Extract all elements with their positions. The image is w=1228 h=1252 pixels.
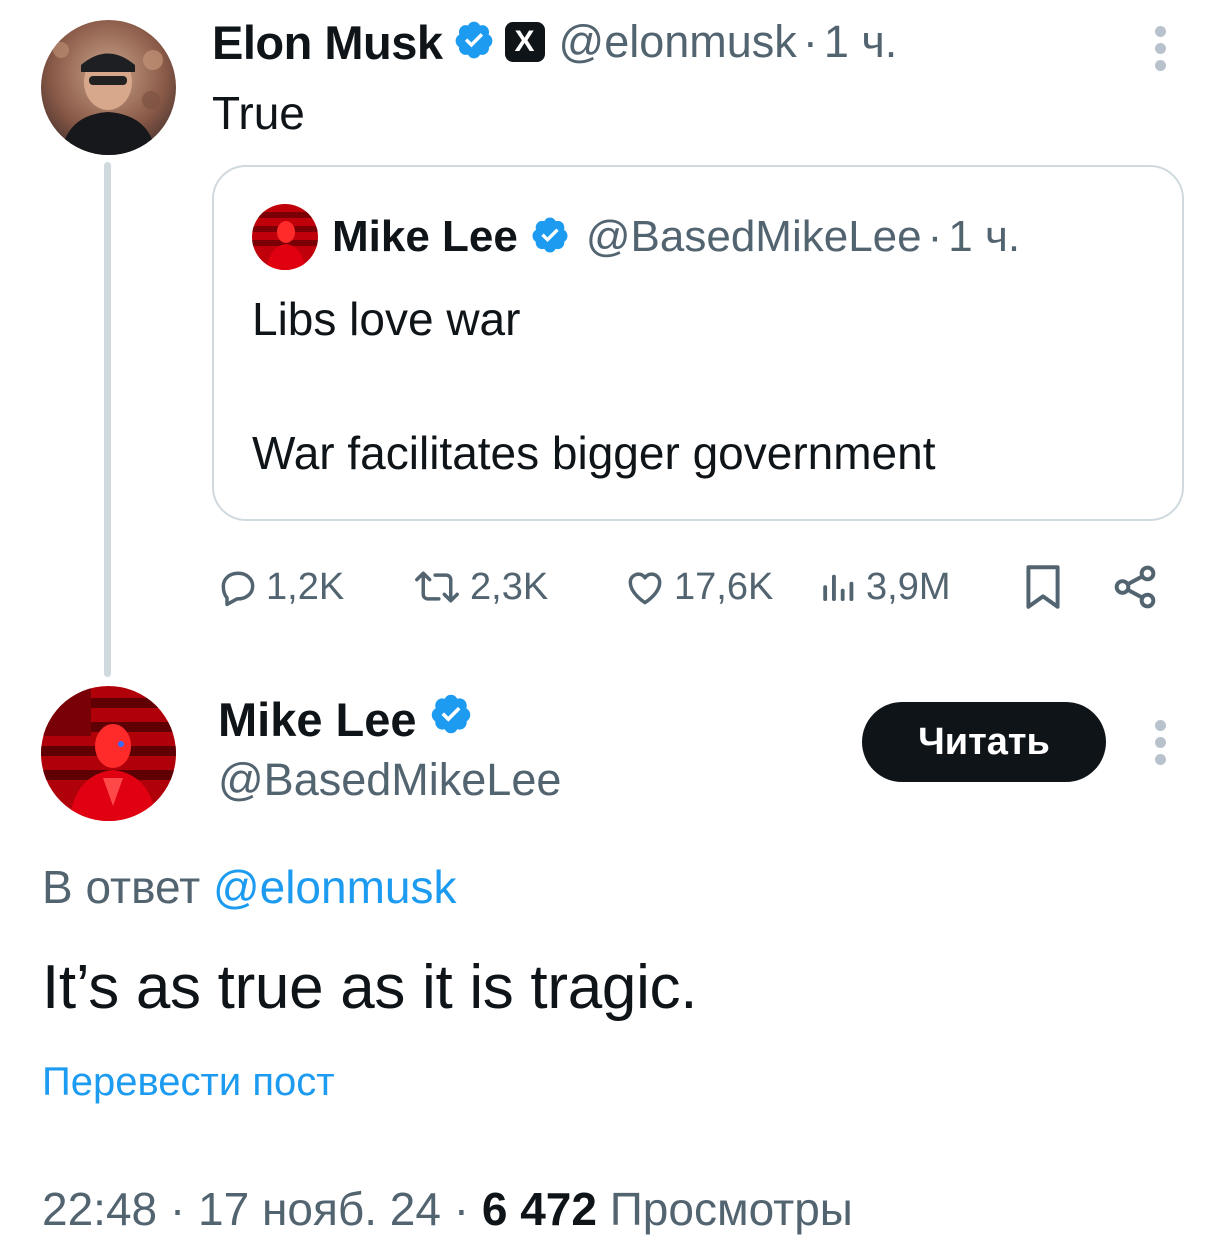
reply-author-name-row: Mike Lee: [218, 692, 473, 747]
views-total: 6 472: [481, 1183, 597, 1235]
reply-author-handle[interactable]: @BasedMikeLee: [218, 754, 561, 806]
reply-to-prefix: В ответ: [42, 861, 201, 913]
reply-tweet-text: It’s as true as it is tragic.: [42, 953, 698, 1022]
repost-icon: [410, 565, 464, 609]
more-options-icon[interactable]: [1153, 26, 1167, 71]
tweet-timestamp[interactable]: 22:48: [42, 1183, 157, 1235]
separator-dot: ·: [802, 16, 818, 67]
reply-to-handle-link[interactable]: @elonmusk: [213, 861, 457, 913]
reply-icon: [216, 565, 260, 609]
repost-action[interactable]: 2,3K: [410, 560, 548, 614]
tweet-date[interactable]: 17 нояб. 24: [198, 1183, 441, 1235]
reply-action[interactable]: 1,2K: [216, 560, 344, 614]
author-name[interactable]: Elon Musk: [212, 15, 443, 70]
separator-dot: ·: [453, 1183, 470, 1235]
views-action[interactable]: 3,9M: [818, 560, 950, 614]
repost-count: 2,3K: [470, 565, 549, 608]
follow-button[interactable]: Читать: [862, 702, 1106, 782]
verified-icon: [530, 215, 570, 260]
views-label: Просмотры: [609, 1183, 853, 1235]
bookmark-icon[interactable]: [1022, 562, 1064, 617]
like-count: 17,6K: [674, 565, 774, 608]
separator-dot: ·: [927, 212, 943, 261]
tweet-header: Elon Musk X @elonmusk · 1 ч.: [212, 14, 897, 70]
reply-author-name[interactable]: Mike Lee: [218, 692, 417, 747]
quoted-tweet-time: 1 ч.: [948, 212, 1021, 261]
reply-count: 1,2K: [266, 565, 345, 608]
separator-dot: ·: [169, 1183, 186, 1235]
tweet-meta: 22:48 · 17 нояб. 24 · 6 472 Просмотры: [42, 1182, 853, 1236]
share-icon[interactable]: [1110, 562, 1160, 617]
quoted-author-handle: @BasedMikeLee: [585, 212, 922, 261]
quoted-tweet-header: Mike Lee @BasedMikeLee · 1 ч.: [252, 204, 1021, 270]
quoted-tweet-line-2: War facilitates bigger government: [252, 427, 936, 479]
mike-lee-quote-avatar: [252, 204, 318, 270]
more-options-icon[interactable]: [1153, 720, 1167, 765]
thread-connector-line: [104, 162, 111, 677]
tweet-text: True: [212, 87, 305, 139]
views-count: 3,9M: [866, 565, 951, 608]
x-affiliate-icon: X: [504, 22, 545, 62]
quoted-author-name: Mike Lee: [332, 212, 518, 261]
views-icon: [818, 565, 860, 609]
quoted-tweet-line-1: Libs love war: [252, 293, 521, 345]
author-handle[interactable]: @elonmusk: [559, 16, 797, 68]
translate-post-link[interactable]: Перевести пост: [42, 1060, 335, 1105]
reply-to-line: В ответ @elonmusk: [42, 860, 457, 914]
elon-musk-avatar[interactable]: [41, 20, 176, 155]
verified-icon: [453, 19, 495, 66]
tweet-time[interactable]: 1 ч.: [824, 16, 897, 68]
like-icon: [622, 565, 668, 609]
mike-lee-avatar[interactable]: [41, 686, 176, 821]
like-action[interactable]: 17,6K: [622, 560, 773, 614]
verified-icon: [429, 692, 473, 747]
